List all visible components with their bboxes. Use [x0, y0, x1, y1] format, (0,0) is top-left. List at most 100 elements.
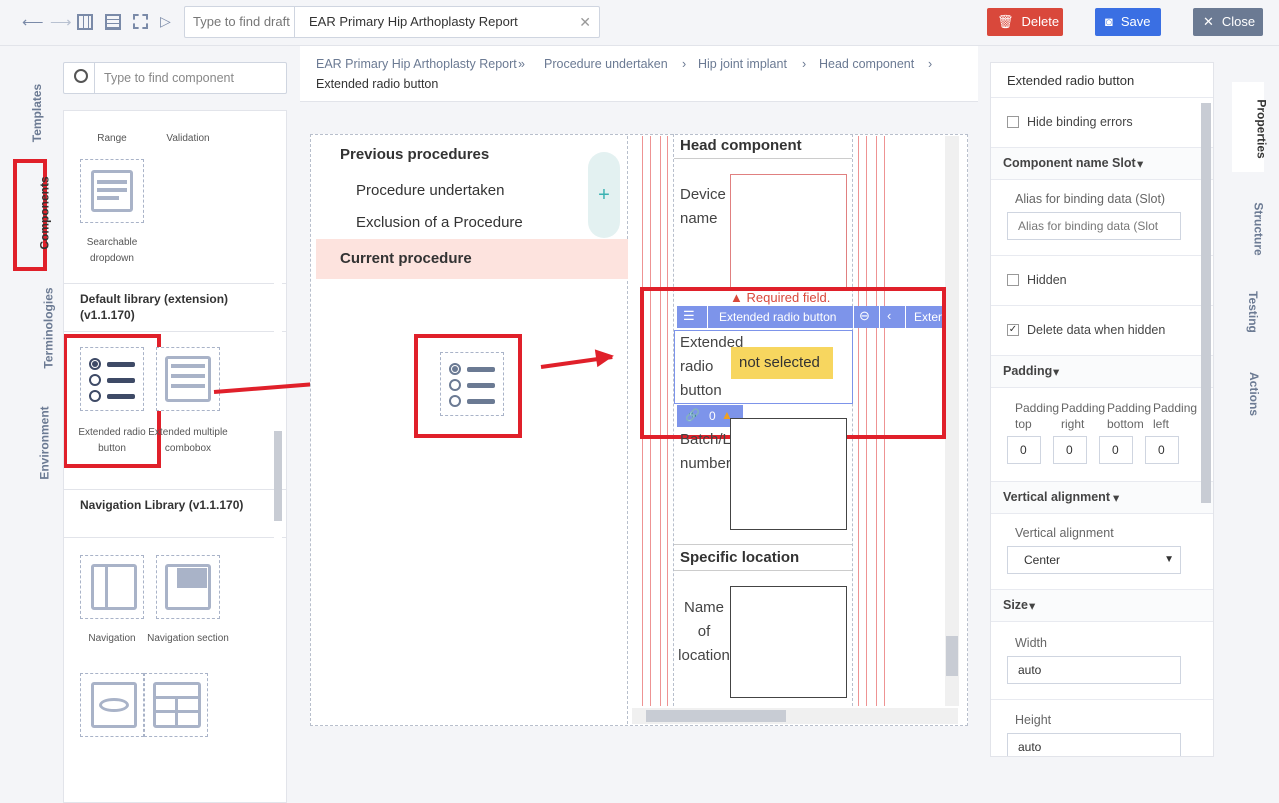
padding-section-label: Padding: [1003, 364, 1053, 378]
searchable-dropdown-tile[interactable]: [80, 159, 144, 223]
draft-search[interactable]: Type to find draft EAR Primary Hip Artho…: [184, 6, 600, 38]
delete-hidden-row: ✓ Delete data when hidden: [991, 305, 1213, 355]
add-button[interactable]: +: [588, 152, 620, 238]
tab-environment[interactable]: Environment: [8, 406, 52, 479]
trash-icon: 🗑: [997, 14, 1014, 29]
canvas-h-scrollbar[interactable]: [632, 708, 958, 724]
play-icon[interactable]: ▷: [160, 13, 171, 30]
delete-label: Delete: [1021, 14, 1060, 29]
tab-templates[interactable]: Templates: [8, 84, 44, 142]
component-search-placeholder: Type to find component: [104, 71, 234, 85]
component-search[interactable]: Type to find component: [63, 62, 287, 94]
chevron-right-icon: ›: [802, 57, 807, 71]
device-name-field[interactable]: [730, 174, 847, 290]
close-button[interactable]: ✕ Close: [1193, 8, 1263, 36]
navigation-library-header[interactable]: Navigation Library (v1.1.170): [80, 497, 270, 513]
height-row: Height auto: [991, 699, 1213, 756]
crumb-head[interactable]: Head component: [819, 57, 914, 71]
back-arrow-icon[interactable]: ⟵: [22, 13, 44, 31]
padding-top-input[interactable]: 0: [1007, 436, 1041, 464]
width-input[interactable]: auto: [1007, 656, 1181, 684]
properties-scrollbar[interactable]: [1201, 103, 1211, 503]
properties-title: Extended radio button: [1007, 73, 1135, 88]
delete-hidden-checkbox[interactable]: ✓: [1007, 324, 1019, 336]
extended-radio-button-tile[interactable]: [80, 347, 144, 411]
highlight-box: [640, 287, 946, 439]
hidden-row: Hidden: [991, 255, 1213, 305]
tile-label: Navigation section: [147, 633, 229, 644]
tab-properties[interactable]: Properties: [1232, 99, 1269, 158]
table-tile[interactable]: [144, 673, 208, 737]
nav-item[interactable]: Exclusion of a Procedure: [356, 214, 523, 231]
draft-search-label: Type to find draft: [185, 7, 295, 37]
tab-components[interactable]: Components: [8, 176, 52, 249]
previous-procedures-heading[interactable]: Previous procedures: [340, 146, 489, 163]
close-icon: ✕: [1203, 14, 1214, 29]
alias-input[interactable]: Alias for binding data (Slot: [1007, 212, 1181, 240]
default-library-header[interactable]: Default library (extension) (v1.1.170): [80, 291, 250, 323]
crumb-current: Extended radio button: [316, 77, 439, 91]
height-input[interactable]: auto: [1007, 733, 1181, 756]
navigation-section-tile[interactable]: [156, 555, 220, 619]
padding-bottom-input[interactable]: 0: [1099, 436, 1133, 464]
valign-row: Vertical alignment Center ▼: [991, 513, 1213, 589]
current-procedure-item[interactable]: Current procedure: [316, 239, 628, 279]
padding-left-label: Padding left: [1153, 401, 1198, 431]
slot-section-label: Component name Slot: [1003, 156, 1136, 170]
extended-multiple-combobox-tile[interactable]: [156, 347, 220, 411]
nav-item[interactable]: Procedure undertaken: [356, 182, 504, 199]
save-button[interactable]: ◙ Save: [1095, 8, 1161, 36]
valign-value: Center: [1024, 553, 1061, 567]
caret-down-icon: ▾: [1029, 599, 1036, 613]
hidden-tile[interactable]: [80, 673, 144, 737]
padding-top-label: Padding top: [1015, 401, 1060, 431]
head-component-heading: Head component: [680, 137, 802, 154]
tab-actions[interactable]: Actions: [1232, 372, 1264, 416]
alias-row: Alias for binding data (Slot) Alias for …: [991, 179, 1213, 255]
forward-arrow-icon[interactable]: ⟶: [50, 13, 72, 31]
delete-button[interactable]: 🗑 Delete: [987, 8, 1063, 36]
padding-right-input[interactable]: 0: [1053, 436, 1087, 464]
components-panel: Type to find component Range Validation …: [63, 46, 289, 803]
clear-icon[interactable]: ✕: [579, 7, 591, 37]
caret-down-icon: ▾: [1113, 491, 1120, 505]
list-icon[interactable]: [105, 14, 121, 30]
tile-label: Searchable dropdown: [86, 237, 138, 264]
right-tabs: Properties Structure Testing Actions: [1232, 62, 1269, 757]
select-icon[interactable]: [133, 14, 148, 29]
chevron-right-icon: ›: [682, 57, 687, 71]
hide-binding-checkbox[interactable]: [1007, 116, 1019, 128]
batch-number-field[interactable]: [730, 418, 847, 530]
height-label: Height: [1015, 713, 1052, 727]
tab-terminologies[interactable]: Terminologies: [8, 287, 56, 368]
save-label: Save: [1120, 14, 1151, 29]
radio-list-icon: [440, 352, 504, 416]
slot-section[interactable]: Component name Slot ▾: [991, 147, 1213, 179]
properties-panel: Extended radio button Hide binding error…: [990, 62, 1214, 757]
crumb-procedure[interactable]: Procedure undertaken: [544, 57, 668, 71]
valign-section[interactable]: Vertical alignment ▾: [991, 481, 1213, 513]
scrollbar[interactable]: [274, 111, 282, 802]
specific-location-heading: Specific location: [680, 549, 800, 566]
size-section[interactable]: Size ▾: [991, 589, 1213, 621]
component-list[interactable]: Range Validation Searchable dropdown Def…: [63, 110, 287, 803]
valign-select[interactable]: Center ▼: [1007, 546, 1181, 574]
navigation-tile[interactable]: [80, 555, 144, 619]
arrow-head-icon: [594, 346, 616, 368]
crumb-report[interactable]: EAR Primary Hip Arthoplasty Report: [316, 57, 517, 71]
padding-left-input[interactable]: 0: [1145, 436, 1179, 464]
grid-icon[interactable]: [77, 14, 93, 30]
draft-search-value[interactable]: EAR Primary Hip Arthoplasty Report: [309, 7, 518, 37]
tab-structure[interactable]: Structure: [1232, 202, 1266, 255]
batch-number-label: Batch/L number: [680, 431, 730, 472]
left-tabs: Templates Components Terminologies Envir…: [0, 46, 56, 757]
canvas-scrollbar[interactable]: [945, 136, 959, 706]
padding-section[interactable]: Padding ▾: [991, 355, 1213, 387]
tab-testing[interactable]: Testing: [1232, 291, 1264, 333]
crumb-implant[interactable]: Hip joint implant: [698, 57, 787, 71]
alias-label: Alias for binding data (Slot): [1015, 192, 1166, 206]
current-procedure-label: Current procedure: [340, 250, 472, 267]
hidden-checkbox[interactable]: [1007, 274, 1019, 286]
name-of-location-field[interactable]: [730, 586, 847, 698]
close-label: Close: [1221, 14, 1256, 29]
